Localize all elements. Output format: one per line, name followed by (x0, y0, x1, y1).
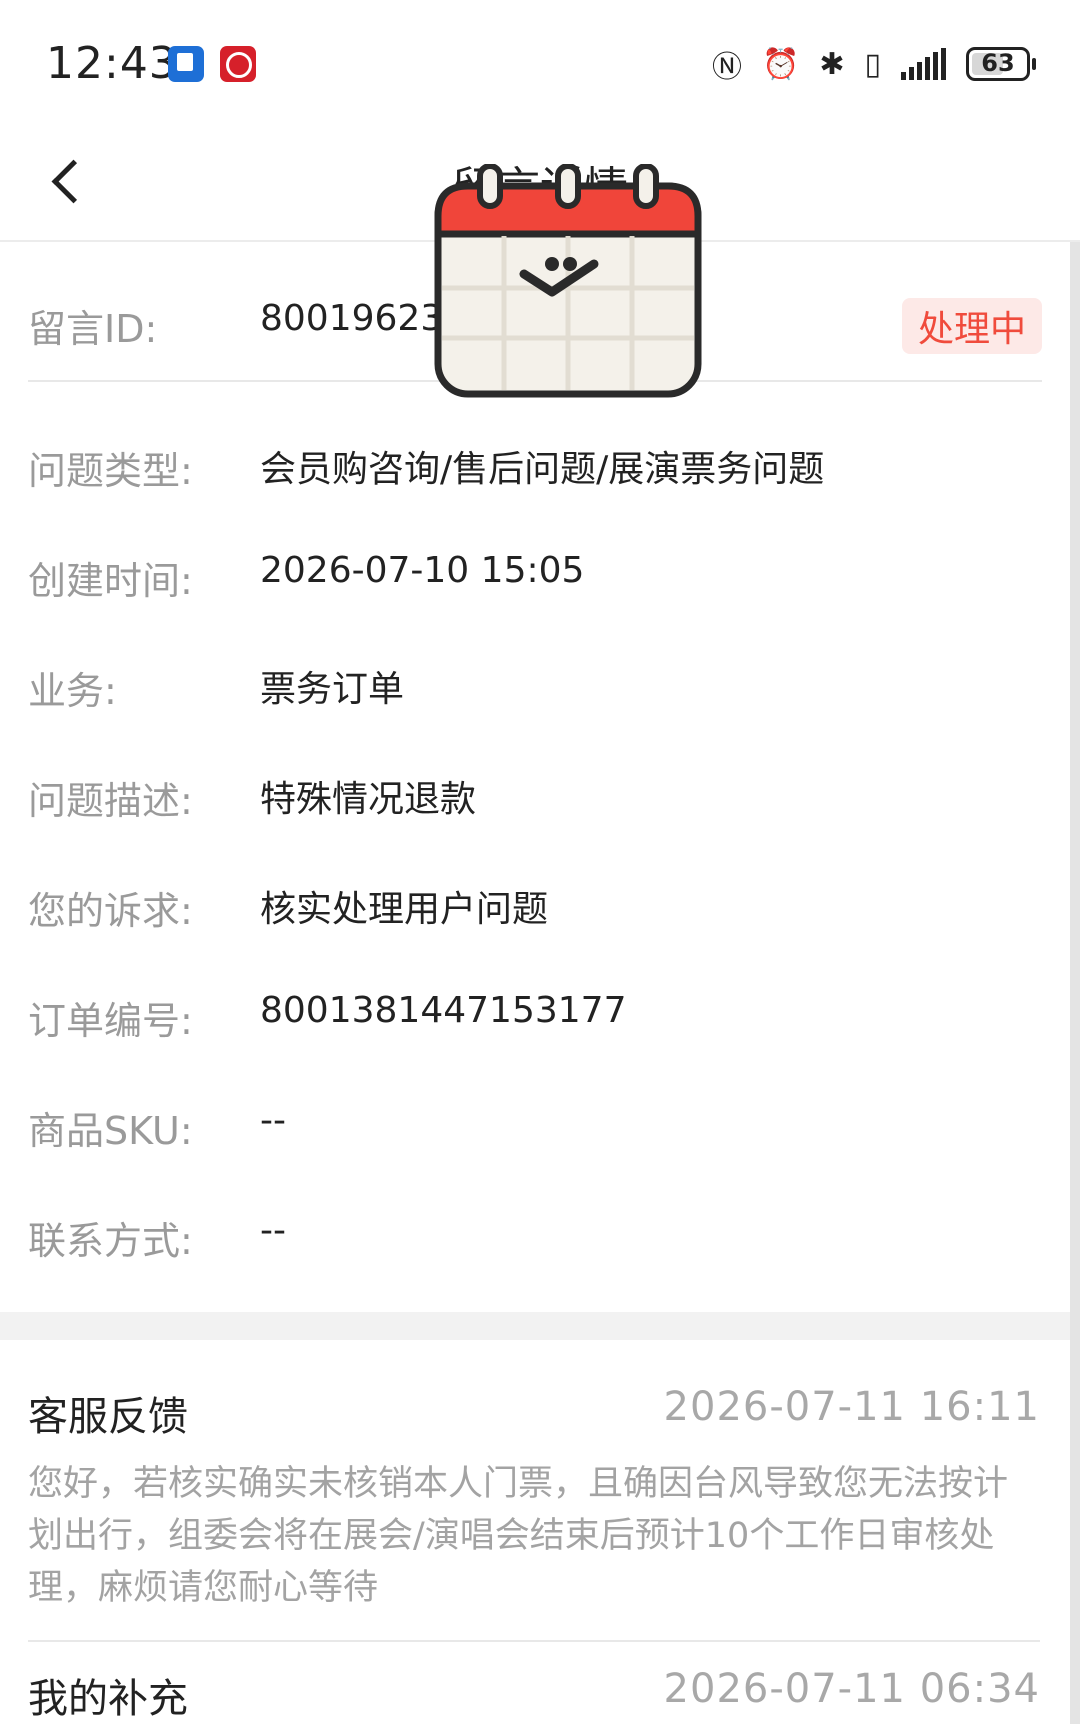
field-value: 会员购咨询/售后问题/展演票务问题 (260, 449, 825, 490)
field-value: 票务订单 (260, 669, 405, 710)
status-badge: 处理中 (901, 298, 1042, 354)
battery-icon: 63 (966, 47, 1036, 81)
field-value: 核实处理用户问题 (260, 889, 549, 930)
field-value: 2026-07-10 15:05 (260, 550, 585, 591)
bank-app-notification-icon (220, 46, 256, 82)
field-value: -- (260, 1100, 286, 1141)
message-id-value: 80019623 (260, 298, 444, 339)
field-label: 订单编号: (28, 999, 193, 1043)
bluetooth-icon: ✱ (819, 46, 845, 82)
section-divider (0, 1312, 1070, 1340)
vibrate-icon: ▯ (864, 46, 881, 82)
field-label: 业务: (28, 669, 117, 713)
app-notification-icon (168, 46, 204, 82)
field-row: 问题类型: 会员购咨询/售后问题/展演票务问题 (28, 392, 1042, 502)
field-value: -- (260, 1210, 286, 1251)
field-label: 创建时间: (28, 559, 193, 603)
field-label: 商品SKU: (28, 1109, 193, 1153)
system-icons: Ⓝ ⏰ ✱ ▯ 63 (711, 42, 1036, 86)
field-row: 业务: 票务订单 (28, 612, 1042, 722)
feedback-body: 您好，若核实确实未核销本人门票，且确因台风导致您无法按计划出行，组委会将在展会/… (28, 1464, 1009, 1608)
status-bar: 12:43 Ⓝ ⏰ ✱ ▯ 63 (0, 0, 1080, 120)
scroll-edge (1070, 242, 1080, 1724)
field-label: 联系方式: (28, 1219, 193, 1263)
supplement-title: 我的补充 (28, 1676, 188, 1722)
field-label: 问题描述: (28, 779, 193, 823)
status-time: 12:43 (46, 38, 178, 89)
order-number-value[interactable]: 8001381447153177 (260, 990, 626, 1031)
field-row: 您的诉求: 核实处理用户问题 (28, 832, 1042, 942)
feedback-title: 客服反馈 (28, 1394, 188, 1440)
nfc-icon: Ⓝ (711, 50, 742, 85)
divider (28, 1640, 1040, 1642)
battery-level: 63 (981, 49, 1015, 77)
field-row: 订单编号: 8001381447153177 (28, 942, 1042, 1052)
calendar-sticker-icon (434, 164, 702, 398)
field-row: 商品SKU: -- (28, 1052, 1042, 1162)
field-row: 创建时间: 2026-07-10 15:05 (28, 502, 1042, 612)
supplement-time: 2026-07-11 06:34 (663, 1666, 1040, 1712)
field-label: 问题类型: (28, 449, 193, 493)
field-value: 特殊情况退款 (260, 779, 477, 820)
field-row: 联系方式: -- (28, 1162, 1042, 1272)
field-row: 问题描述: 特殊情况退款 (28, 722, 1042, 832)
feedback-time: 2026-07-11 16:11 (663, 1384, 1040, 1430)
alarm-icon: ⏰ (761, 46, 800, 82)
field-label: 您的诉求: (28, 889, 193, 933)
message-id-label: 留言ID: (28, 307, 158, 351)
signal-icon (901, 48, 946, 80)
